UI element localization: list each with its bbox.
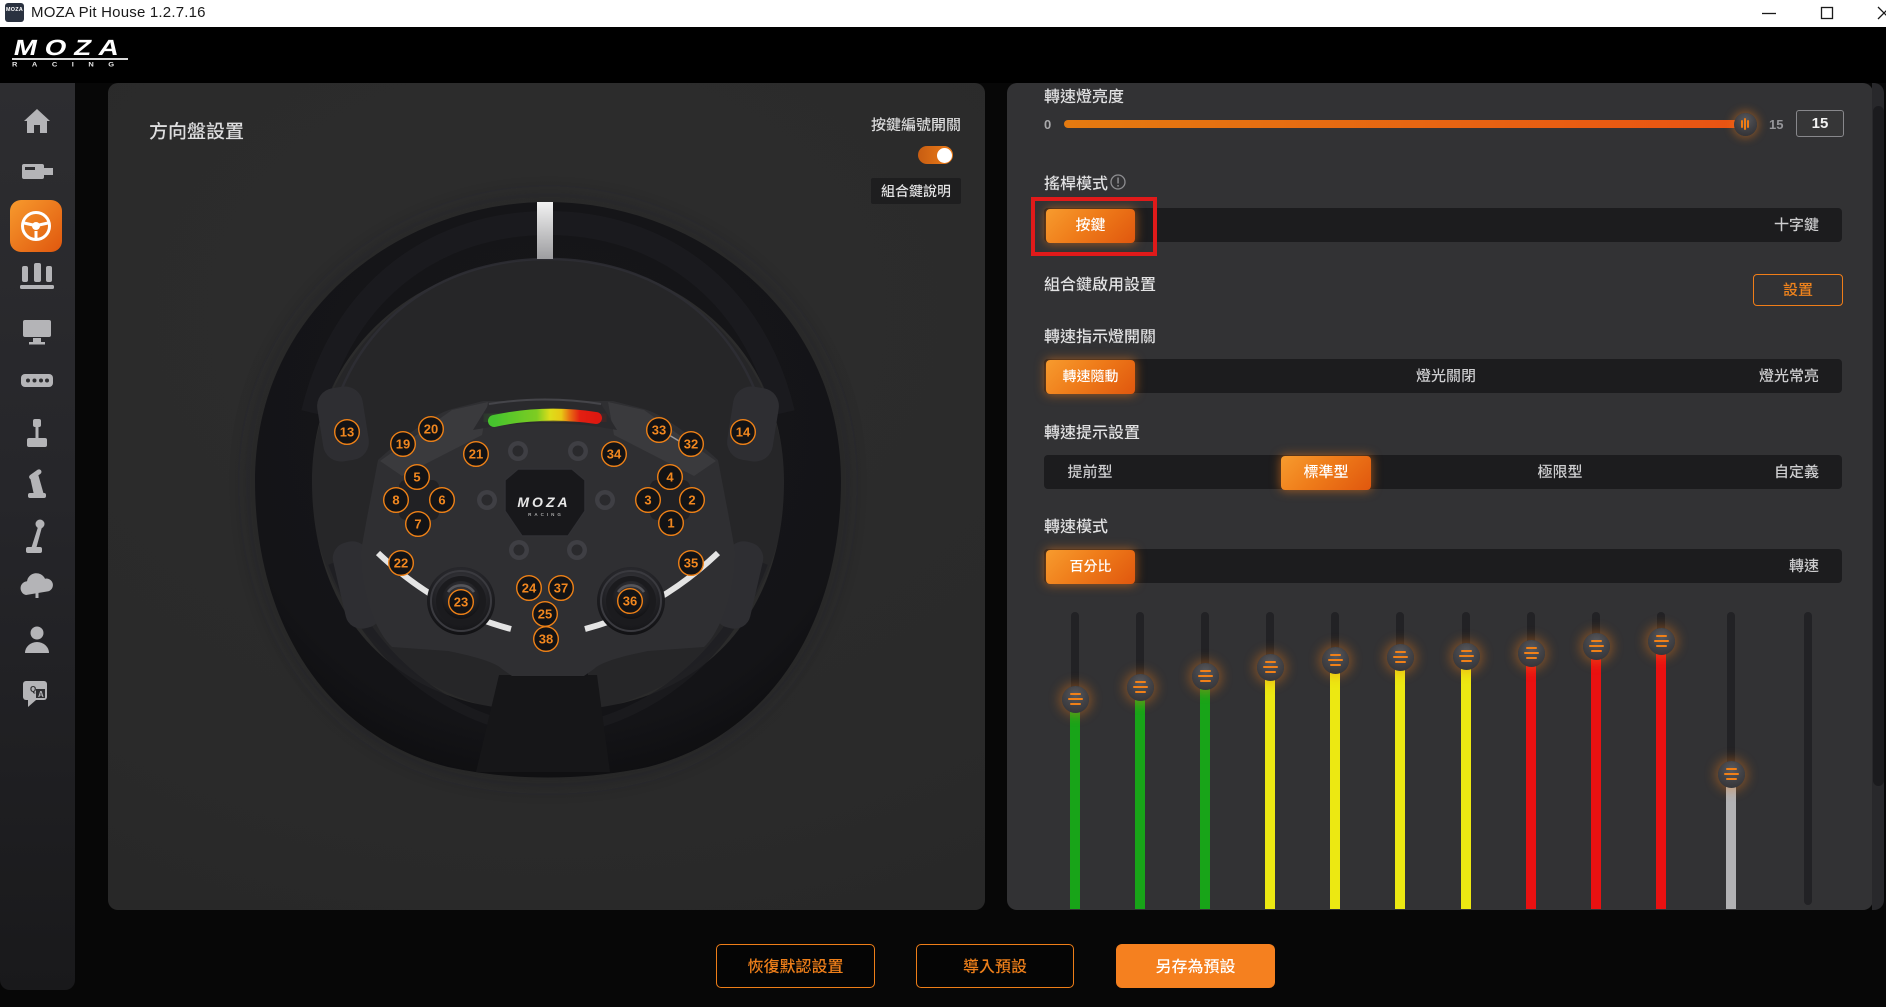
svg-text:38: 38 <box>539 632 553 647</box>
svg-text:MOZA: MOZA <box>517 494 570 510</box>
svg-text:23: 23 <box>454 595 468 610</box>
svg-text:3: 3 <box>644 493 651 508</box>
svg-text:13: 13 <box>340 425 354 440</box>
svg-text:32: 32 <box>684 437 698 452</box>
svg-text:5: 5 <box>413 470 420 485</box>
svg-text:14: 14 <box>736 425 751 440</box>
svg-text:25: 25 <box>538 607 552 622</box>
svg-text:6: 6 <box>438 493 445 508</box>
svg-text:1: 1 <box>667 516 674 531</box>
svg-text:4: 4 <box>666 470 674 485</box>
svg-text:A: A <box>38 690 44 699</box>
svg-text:35: 35 <box>684 556 698 571</box>
svg-text:7: 7 <box>414 517 421 532</box>
svg-text:19: 19 <box>396 437 410 452</box>
svg-text:2: 2 <box>688 493 695 508</box>
svg-text:37: 37 <box>554 581 568 596</box>
svg-text:24: 24 <box>522 581 537 596</box>
svg-text:36: 36 <box>623 594 637 609</box>
svg-text:Q: Q <box>30 685 36 694</box>
svg-text:8: 8 <box>392 493 399 508</box>
svg-text:20: 20 <box>424 422 438 437</box>
svg-text:33: 33 <box>652 423 666 438</box>
svg-text:21: 21 <box>469 447 483 462</box>
svg-text:34: 34 <box>607 447 622 462</box>
svg-text:RACING: RACING <box>528 512 564 517</box>
svg-text:22: 22 <box>394 556 408 571</box>
